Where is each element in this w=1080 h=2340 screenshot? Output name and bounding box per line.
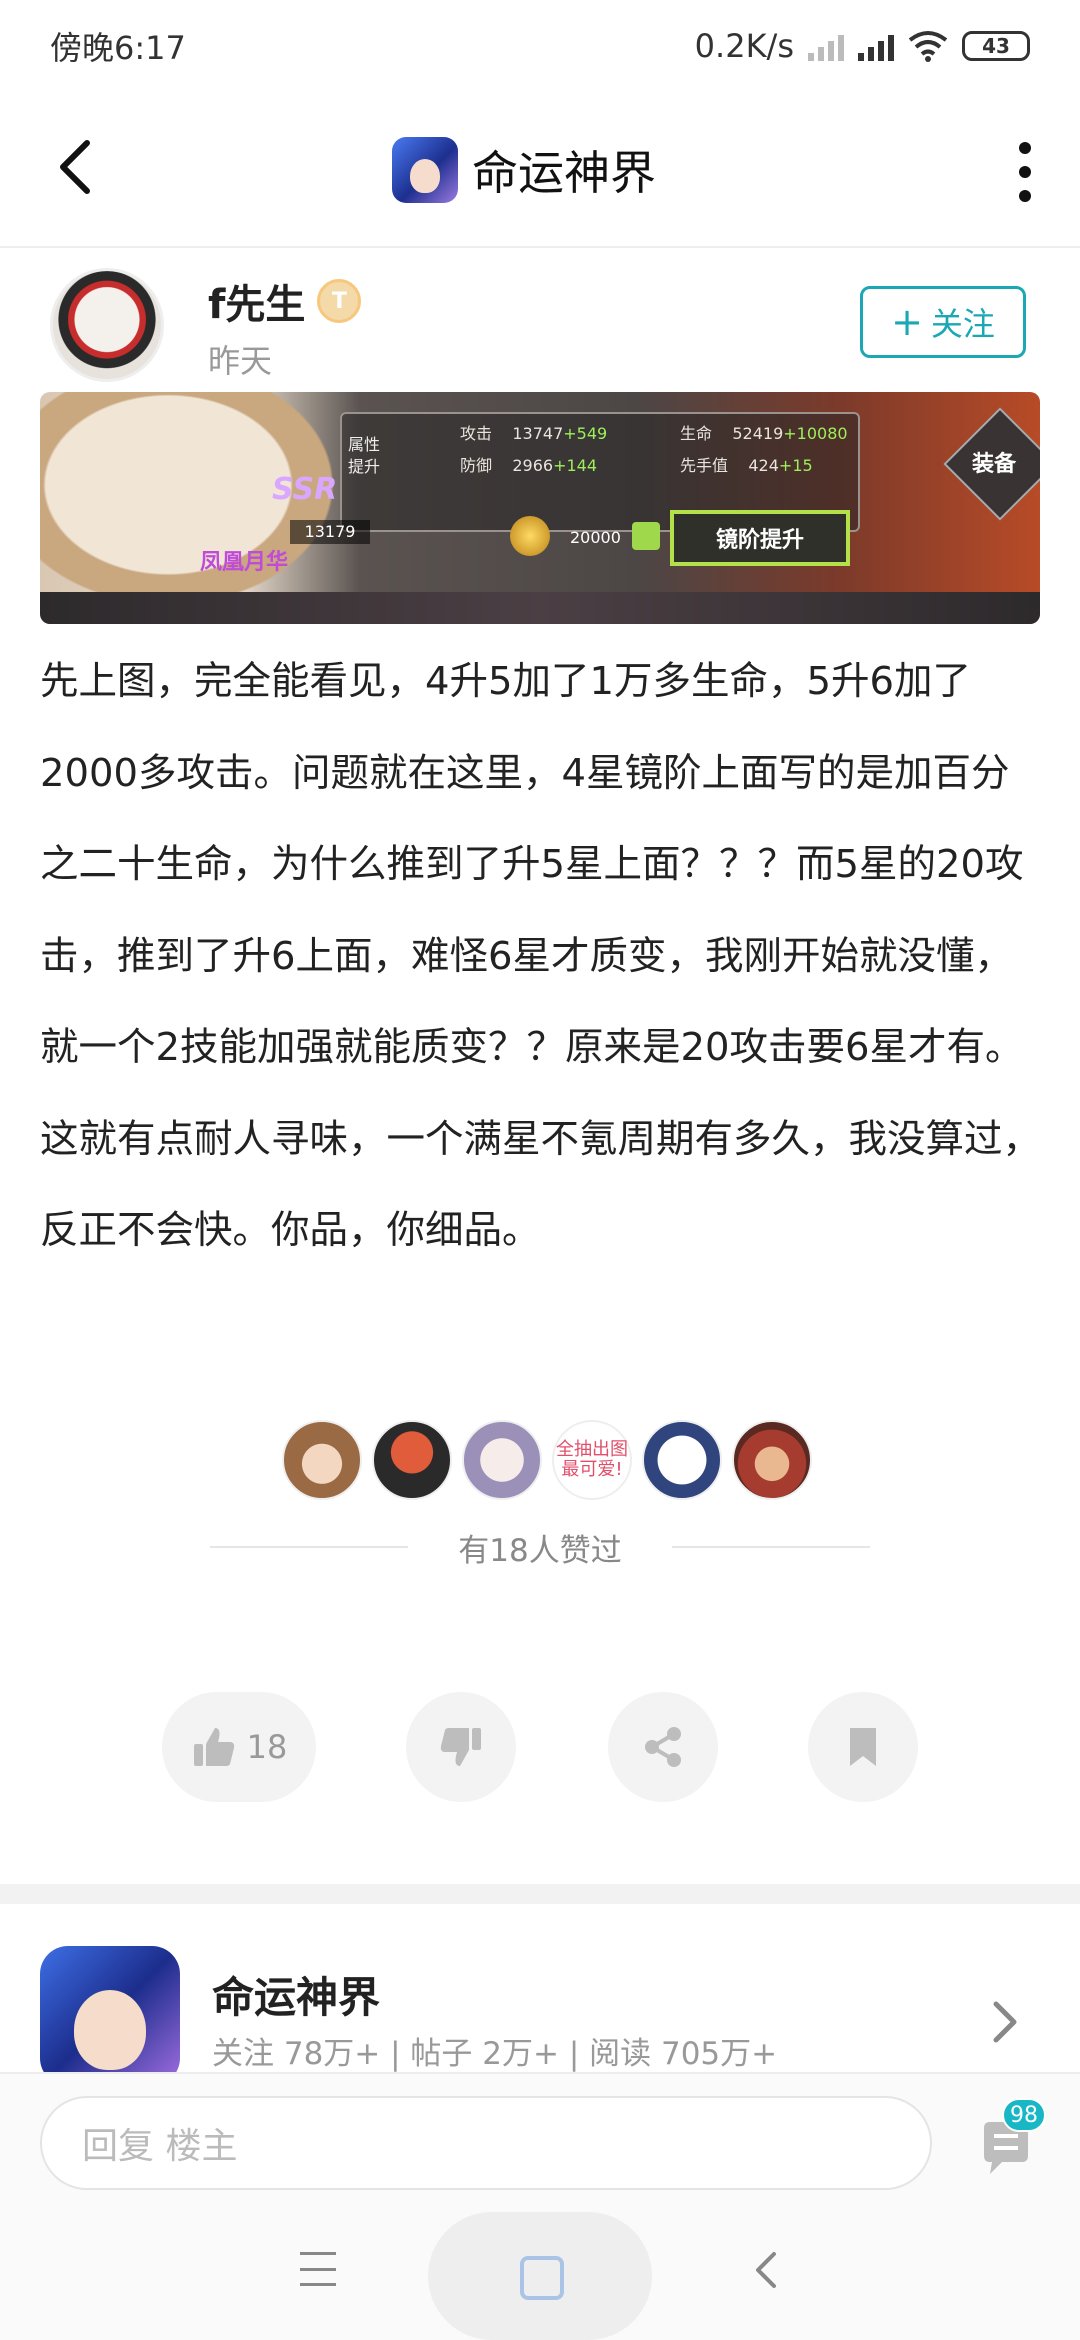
game-icon <box>392 137 458 203</box>
forum-name: 命运神界 <box>212 1973 381 2022</box>
image-bottom-band <box>40 592 1040 624</box>
bookmark-button[interactable] <box>808 1692 918 1802</box>
divider-line <box>671 1546 871 1548</box>
thumbs-down-icon <box>440 1728 481 1766</box>
follow-button[interactable]: + 关注 <box>860 286 1026 358</box>
attack-value: 13747 <box>512 424 564 443</box>
attack-label: 攻击 <box>460 424 493 443</box>
attr-label-line1: 属性 <box>348 435 381 454</box>
likes-count-text: 有18人赞过 <box>458 1532 622 1569</box>
battery-icon: 43 <box>962 31 1030 61</box>
speed-value: 424 <box>748 456 779 475</box>
thumbs-up-icon <box>193 1728 234 1766</box>
hp-value: 52419 <box>732 424 784 443</box>
likers-avatars[interactable]: 全抽出图最可爱! <box>282 1420 822 1500</box>
liker-avatar[interactable]: 全抽出图最可爱! <box>552 1420 632 1500</box>
post-actions: 18 <box>0 1692 1080 1804</box>
back-nav-icon[interactable] <box>752 2250 778 2290</box>
menu-icon[interactable] <box>300 2252 336 2286</box>
share-button[interactable] <box>608 1692 718 1802</box>
more-dot-icon <box>1019 142 1031 154</box>
forum-stats: 关注 78万+ | 帖子 2万+ | 阅读 705万+ <box>212 2036 778 2072</box>
post-image[interactable]: 属性提升 攻击 13747+549 生命 52419+10080 防御 2966… <box>40 392 1040 624</box>
plus-icon: + <box>891 300 923 344</box>
equip-label: 装备 <box>972 452 1017 477</box>
divider-line <box>210 1546 409 1548</box>
likes-summary: 有18人赞过 <box>210 1522 871 1572</box>
defense-add: +144 <box>553 456 598 475</box>
author-name-wrap: f先生 T <box>208 272 362 330</box>
status-icons: 0.2K/s 43 <box>695 27 1030 65</box>
liker-avatar[interactable] <box>282 1420 362 1500</box>
liker-avatar[interactable] <box>462 1420 542 1500</box>
wifi-icon <box>908 31 948 62</box>
character-art <box>40 392 360 624</box>
liker-avatar[interactable] <box>732 1420 812 1500</box>
coin-icon <box>510 516 550 556</box>
signal-2-icon <box>858 31 894 61</box>
home-button[interactable] <box>428 2212 652 2340</box>
follow-label: 关注 <box>930 305 995 343</box>
user-level-badge-icon: T <box>317 279 362 323</box>
hp-add: +10080 <box>783 424 848 443</box>
back-button[interactable] <box>40 132 110 202</box>
page-title: 命运神界 <box>472 146 656 200</box>
liker-avatar[interactable] <box>372 1420 452 1500</box>
system-navigation-bar <box>0 2212 1080 2340</box>
bookmark-icon <box>850 1728 876 1766</box>
liker-avatar[interactable] <box>642 1420 722 1500</box>
chevron-right-icon <box>993 2001 1017 2043</box>
rarity-label: SSR <box>272 472 338 507</box>
reply-input[interactable]: 回复 楼主 <box>40 2096 932 2190</box>
dislike-button[interactable] <box>406 1692 516 1802</box>
chevron-left-icon <box>60 140 90 194</box>
status-bar: 傍晚6:17 0.2K/s 43 <box>0 0 1080 92</box>
forum-title-link[interactable]: 命运神界 <box>392 137 656 203</box>
check-icon <box>632 522 660 550</box>
forum-card[interactable]: 命运神界 关注 78万+ | 帖子 2万+ | 阅读 705万+ <box>0 1904 1080 2086</box>
status-time: 傍晚6:17 <box>50 29 186 67</box>
top-app-bar: 命运神界 <box>0 92 1080 248</box>
post-time: 昨天 <box>208 342 273 380</box>
comment-count-badge: 98 <box>1002 2098 1046 2132</box>
author-row: f先生 T 昨天 + 关注 <box>0 264 1080 394</box>
upgrade-cost: 20000 <box>570 528 621 547</box>
more-dot-icon <box>1019 190 1031 202</box>
reply-bar: 回复 楼主 98 <box>0 2072 1080 2212</box>
more-dot-icon <box>1019 166 1031 178</box>
attack-stat: 攻击 13747+549 <box>460 420 607 444</box>
more-options-button[interactable] <box>1010 142 1040 202</box>
hero-name: 凤凰月华 <box>200 550 289 575</box>
like-button[interactable]: 18 <box>162 1692 316 1802</box>
author-name[interactable]: f先生 <box>208 272 305 330</box>
attr-label-line2: 提升 <box>348 457 381 476</box>
hp-label: 生命 <box>680 424 713 443</box>
power-value: 13179 <box>290 520 370 544</box>
defense-label: 防御 <box>460 456 493 475</box>
signal-1-icon <box>808 31 844 61</box>
speed-label: 先手值 <box>680 456 729 475</box>
attack-add: +549 <box>563 424 608 443</box>
defense-stat: 防御 2966+144 <box>460 452 597 476</box>
speed-stat: 先手值 424+15 <box>680 452 813 476</box>
like-count: 18 <box>246 1728 288 1766</box>
section-divider <box>0 1884 1080 1904</box>
net-speed: 0.2K/s <box>694 27 794 65</box>
attr-label: 属性 提升 <box>348 434 380 478</box>
defense-value: 2966 <box>512 456 554 475</box>
author-avatar[interactable] <box>50 268 164 382</box>
post-body: 先上图，完全能看见，4升5加了1万多生命，5升6加了2000多攻击。问题就在这里… <box>40 659 1042 1253</box>
hp-stat: 生命 52419+10080 <box>680 420 848 444</box>
upgrade-button-in-image: 镜阶提升 <box>670 510 850 566</box>
share-icon <box>645 1727 681 1767</box>
forum-avatar <box>40 1946 180 2086</box>
speed-add: +15 <box>778 456 813 475</box>
